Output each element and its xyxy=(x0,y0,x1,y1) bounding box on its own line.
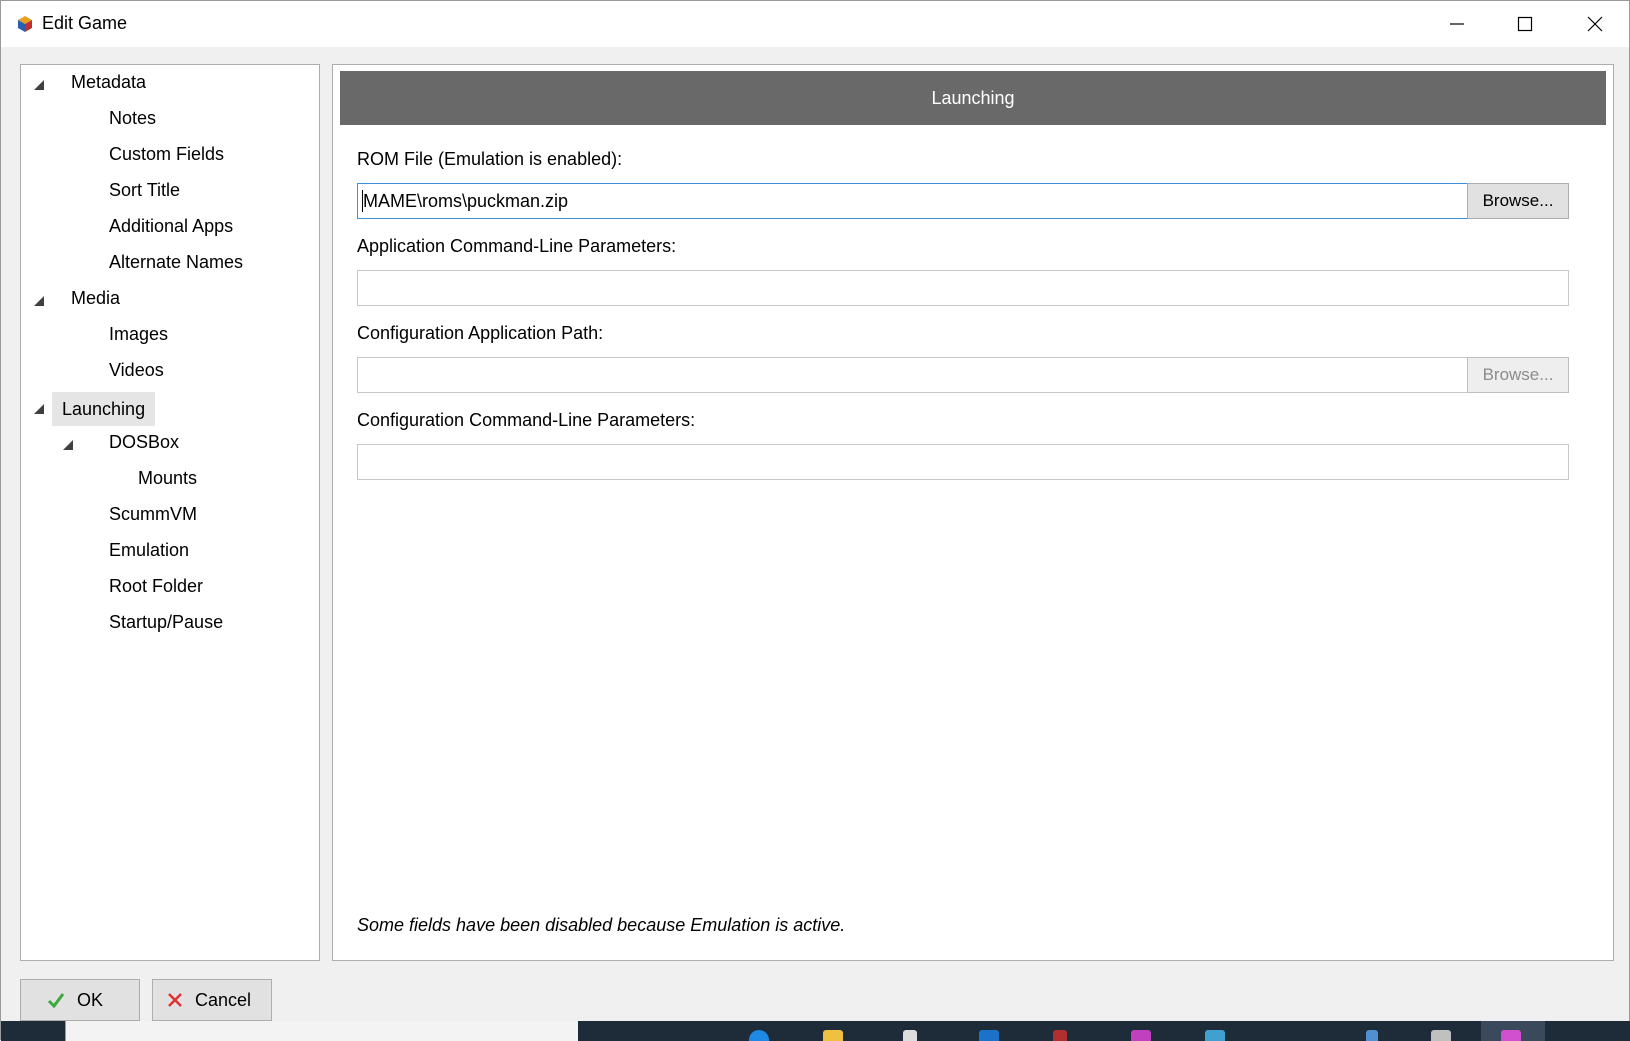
config-params-input[interactable] xyxy=(357,444,1569,480)
tree-item-dosbox[interactable]: DOSBox xyxy=(99,425,189,459)
os-taskbar xyxy=(1,1021,1630,1041)
ok-button[interactable]: OK xyxy=(20,979,140,1021)
tree-item-label: Media xyxy=(71,288,121,308)
tree-item-label: Images xyxy=(109,324,169,344)
taskbar-search-box[interactable] xyxy=(65,1021,578,1041)
taskbar-app-icon[interactable] xyxy=(1131,1030,1151,1041)
tree-item-label: Root Folder xyxy=(109,576,204,596)
config-params-label: Configuration Command-Line Parameters: xyxy=(357,410,696,430)
tree-item-label: Videos xyxy=(109,360,164,380)
tree-item-root-folder[interactable]: Root Folder xyxy=(99,569,213,603)
config-path-input xyxy=(357,357,1477,393)
window-title: Edit Game xyxy=(42,13,128,33)
tree-item-custom-fields[interactable]: Custom Fields xyxy=(99,137,234,171)
tree-item-images[interactable]: Images xyxy=(99,317,178,351)
tree-item-label: Mounts xyxy=(138,468,198,488)
taskbar-app-icon[interactable] xyxy=(979,1030,999,1041)
taskbar-app-icon[interactable] xyxy=(1053,1030,1067,1041)
section-header: Launching xyxy=(340,71,1606,125)
tree-item-notes[interactable]: Notes xyxy=(99,101,166,135)
rom-browse-button[interactable]: Browse... xyxy=(1467,183,1569,219)
taskbar-launchbox-icon xyxy=(1501,1030,1521,1041)
disabled-fields-note: Some fields have been disabled because E… xyxy=(357,915,846,935)
rom-file-input[interactable]: MAME\roms\puckman.zip xyxy=(357,183,1477,219)
rom-file-label: ROM File (Emulation is enabled): xyxy=(357,149,623,169)
tree-item-label: DOSBox xyxy=(109,432,180,452)
ok-label: OK xyxy=(77,989,104,1010)
taskbar-app-icon[interactable] xyxy=(1366,1030,1378,1041)
config-path-label: Configuration Application Path: xyxy=(357,323,604,343)
tree-item-label: Sort Title xyxy=(109,180,181,200)
tree-item-label: Emulation xyxy=(109,540,190,560)
cancel-x-icon xyxy=(167,992,183,1008)
close-icon xyxy=(1587,16,1603,32)
taskbar-app-icon[interactable] xyxy=(1431,1030,1451,1041)
tree-expanded-arrow-icon[interactable] xyxy=(63,440,73,450)
tree-expanded-arrow-icon[interactable] xyxy=(34,404,44,414)
tree-item-label: Additional Apps xyxy=(109,216,234,236)
tree-item-media[interactable]: Media xyxy=(61,281,130,315)
taskbar-store-icon[interactable] xyxy=(903,1030,917,1041)
tree-item-label: Custom Fields xyxy=(109,144,225,164)
maximize-button[interactable] xyxy=(1491,1,1559,47)
tree-item-sort-title[interactable]: Sort Title xyxy=(99,173,190,207)
config-browse-button: Browse... xyxy=(1467,357,1569,393)
minimize-icon xyxy=(1450,23,1464,25)
tree-item-startup-pause[interactable]: Startup/Pause xyxy=(99,605,233,639)
tree-item-label: Launching xyxy=(62,399,146,419)
app-cube-icon xyxy=(17,15,33,33)
tree-expanded-arrow-icon[interactable] xyxy=(34,296,44,306)
rom-file-value: MAME\roms\puckman.zip xyxy=(363,191,569,211)
cancel-button[interactable]: Cancel xyxy=(152,979,272,1021)
tree-item-additional-apps[interactable]: Additional Apps xyxy=(99,209,243,243)
cancel-label: Cancel xyxy=(195,989,252,1010)
app-params-input[interactable] xyxy=(357,270,1569,306)
tree-item-scummvm[interactable]: ScummVM xyxy=(99,497,207,531)
navigation-tree: Metadata Notes Custom Fields Sort Title … xyxy=(20,64,320,961)
tree-item-launching[interactable]: Launching xyxy=(52,392,156,426)
maximize-icon xyxy=(1517,16,1533,32)
app-params-label: Application Command-Line Parameters: xyxy=(357,236,677,256)
minimize-button[interactable] xyxy=(1423,1,1491,47)
tree-item-mounts[interactable]: Mounts xyxy=(128,461,207,495)
tree-item-label: Alternate Names xyxy=(109,252,244,272)
tree-item-label: Notes xyxy=(109,108,157,128)
tree-item-metadata[interactable]: Metadata xyxy=(61,65,156,99)
taskbar-app-icon[interactable] xyxy=(1205,1030,1225,1041)
launching-panel: Launching ROM File (Emulation is enabled… xyxy=(332,64,1614,961)
tree-item-label: Startup/Pause xyxy=(109,612,224,632)
tree-item-label: Metadata xyxy=(71,72,147,92)
taskbar-active-launchbox[interactable] xyxy=(1481,1021,1545,1041)
tree-item-videos[interactable]: Videos xyxy=(99,353,174,387)
title-bar[interactable]: Edit Game xyxy=(1,1,1629,47)
tree-item-emulation[interactable]: Emulation xyxy=(99,533,199,567)
taskbar-folder-icon[interactable] xyxy=(823,1030,843,1041)
checkmark-icon xyxy=(47,992,65,1008)
taskbar-edge-icon[interactable] xyxy=(749,1030,769,1041)
tree-expanded-arrow-icon[interactable] xyxy=(34,80,44,90)
tree-item-alternate-names[interactable]: Alternate Names xyxy=(99,245,253,279)
tree-item-label: ScummVM xyxy=(109,504,198,524)
close-button[interactable] xyxy=(1561,1,1629,47)
edit-game-window: Edit Game Metadata Notes Custom Fields S… xyxy=(0,0,1630,1041)
